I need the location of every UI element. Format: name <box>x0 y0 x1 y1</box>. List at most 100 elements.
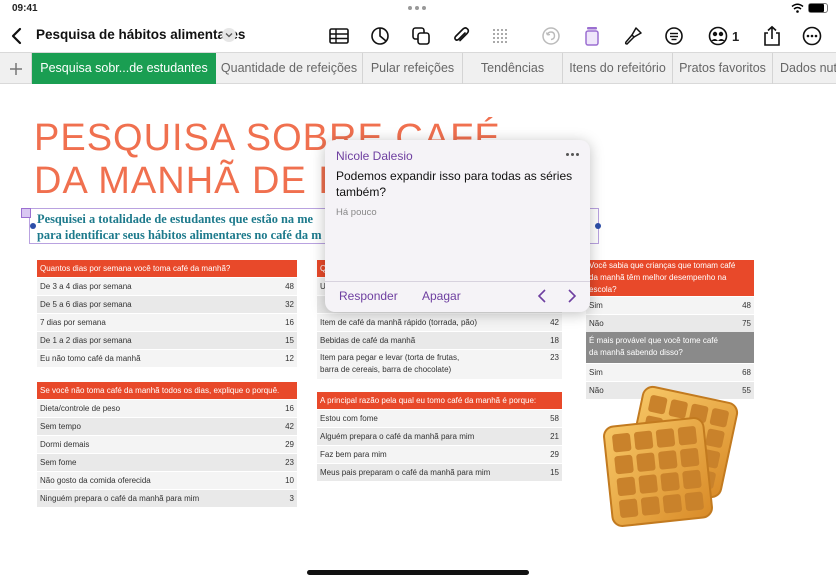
table-header: É mais provável que você tome café da man… <box>586 332 754 364</box>
previous-comment-icon[interactable] <box>535 288 549 304</box>
table-row: Eu não tomo café da manhã 12 <box>37 349 297 368</box>
collaboration-button[interactable]: 1 <box>707 25 739 47</box>
status-time: 09:41 <box>12 3 38 14</box>
paperclip-icon[interactable] <box>450 25 472 47</box>
row-value: 42 <box>522 313 562 332</box>
table-icon[interactable] <box>328 25 350 47</box>
row-label: Sim <box>586 296 714 315</box>
row-label: Dormi demais <box>37 435 257 454</box>
tab-survey[interactable]: Pesquisa sobr...de estudantes <box>32 53 216 84</box>
collaborator-count: 1 <box>732 28 740 44</box>
row-value: 23 <box>257 453 297 472</box>
row-label: Bebidas de café da manhã <box>317 331 522 350</box>
row-label: Item para pegar e levar (torta de frutas… <box>317 349 522 380</box>
row-label: Item de café da manhã rápido (torrada, p… <box>317 313 522 332</box>
row-label: Não <box>586 314 714 333</box>
shapes-icon[interactable] <box>410 25 432 47</box>
table-row: Bebidas de café da manhã 18 <box>317 331 562 350</box>
tab-trends[interactable]: Tendências <box>463 53 563 84</box>
row-value: 48 <box>257 277 297 296</box>
table-row: Sim 68 <box>586 363 754 382</box>
row-label: Alguém prepara o café da manhã para mim <box>317 427 522 446</box>
row-value: 10 <box>257 471 297 490</box>
row-value: 15 <box>522 463 562 482</box>
row-value: 58 <box>522 409 562 428</box>
row-value: 75 <box>714 314 754 333</box>
table-row: Sem fome 23 <box>37 453 297 472</box>
sheet-subtitle[interactable]: Pesquisei a totalidade de estudantes que… <box>37 212 337 243</box>
home-indicator[interactable] <box>307 570 529 575</box>
add-sheet-button[interactable] <box>0 53 32 84</box>
table-row: Sem tempo 42 <box>37 417 297 436</box>
more-icon[interactable] <box>801 25 823 47</box>
row-value: 16 <box>257 313 297 332</box>
tab-meal-quantity[interactable]: Quantidade de refeições <box>216 53 363 84</box>
row-label: Estou com fome <box>317 409 522 428</box>
subtitle-line-1: Pesquisei a totalidade de estudantes que… <box>37 212 314 226</box>
table-row: Ninguém prepara o café da manhã para mim… <box>37 489 297 508</box>
table-row: Estou com fome 58 <box>317 409 562 428</box>
comment-popover[interactable]: Nicole Dalesio Podemos expandir isso par… <box>325 140 590 312</box>
table-header: Quantos dias por semana você toma café d… <box>37 260 297 278</box>
row-label: Faz bem para mim <box>317 445 522 464</box>
row-label: Sem tempo <box>37 417 257 436</box>
grid-icon[interactable] <box>489 25 511 47</box>
plus-icon <box>9 62 22 75</box>
delete-button[interactable]: Apagar <box>422 289 461 303</box>
table-row: Faz bem para mim 29 <box>317 445 562 464</box>
table-row: Não gosto da comida oferecida 10 <box>37 471 297 490</box>
sheet-title-line-2: DA MANHÃ DE E <box>34 160 345 202</box>
row-value: 3 <box>257 489 297 508</box>
battery-icon <box>808 3 828 13</box>
next-comment-icon[interactable] <box>565 288 579 304</box>
table-row: Item de café da manhã rápido (torrada, p… <box>317 313 562 332</box>
row-value: 32 <box>257 295 297 314</box>
table-row: De 1 a 2 dias por semana 15 <box>37 331 297 350</box>
menu-icon[interactable] <box>663 25 685 47</box>
undo-icon[interactable] <box>540 25 562 47</box>
chart-icon[interactable] <box>369 25 391 47</box>
table-header: A principal razão pela qual eu tomo café… <box>317 392 562 410</box>
status-bar: 09:41 <box>0 0 836 18</box>
table-days-per-week[interactable]: Quantos dias por semana você toma café d… <box>37 260 297 368</box>
collaboration-icon <box>708 26 728 46</box>
share-icon[interactable] <box>761 25 783 47</box>
table-skip-reasons[interactable]: Se você não toma café da manhã todos os … <box>37 382 297 508</box>
table-row: De 3 a 4 dias por semana 48 <box>37 277 297 296</box>
table-main-reason[interactable]: A principal razão pela qual eu tomo café… <box>317 392 562 482</box>
row-value: 18 <box>522 331 562 350</box>
selection-handle[interactable] <box>30 223 36 229</box>
selection-handle[interactable] <box>595 223 601 229</box>
tab-favorite-dishes[interactable]: Pratos favoritos <box>673 53 773 84</box>
table-row: Dieta/controle de peso 16 <box>37 399 297 418</box>
selection-handle[interactable] <box>21 208 31 218</box>
row-label: Sem fome <box>37 453 257 472</box>
multitask-dots-icon[interactable] <box>408 6 426 10</box>
tab-nutrition-data[interactable]: Dados nut <box>773 53 836 84</box>
table-row: Sim 48 <box>586 296 754 315</box>
table-row: 7 dias por semana 16 <box>37 313 297 332</box>
subtitle-line-2: para identificar seus hábitos alimentare… <box>37 227 322 242</box>
comment-author: Nicole Dalesio <box>336 149 413 163</box>
tab-skip-meals[interactable]: Pular refeições <box>363 53 463 84</box>
tab-cafeteria-items[interactable]: Itens do refeitório <box>563 53 673 84</box>
text-format-icon[interactable] <box>581 25 603 47</box>
back-chevron-icon[interactable] <box>6 25 28 47</box>
row-label: Meus pais preparam o café da manhã para … <box>317 463 522 482</box>
table-school-performance[interactable]: Você sabia que crianças que tomam café da… <box>586 260 754 333</box>
row-value: 23 <box>522 349 562 380</box>
row-value: 29 <box>257 435 297 454</box>
waffles-image[interactable] <box>600 380 760 530</box>
reply-button[interactable]: Responder <box>339 289 398 303</box>
row-label: Ninguém prepara o café da manhã para mim <box>37 489 257 508</box>
title-chevron-down-icon[interactable] <box>222 28 236 42</box>
document-title[interactable]: Pesquisa de hábitos alimentares <box>36 27 245 42</box>
comment-text[interactable]: Podemos expandir isso para todas as séri… <box>336 168 572 200</box>
row-value: 48 <box>714 296 754 315</box>
comment-more-icon[interactable] <box>566 153 579 156</box>
table-row: De 5 a 6 dias por semana 32 <box>37 295 297 314</box>
row-value: 15 <box>257 331 297 350</box>
brush-icon[interactable] <box>622 25 644 47</box>
row-label: Dieta/controle de peso <box>37 399 257 418</box>
table-row: Alguém prepara o café da manhã para mim 2… <box>317 427 562 446</box>
